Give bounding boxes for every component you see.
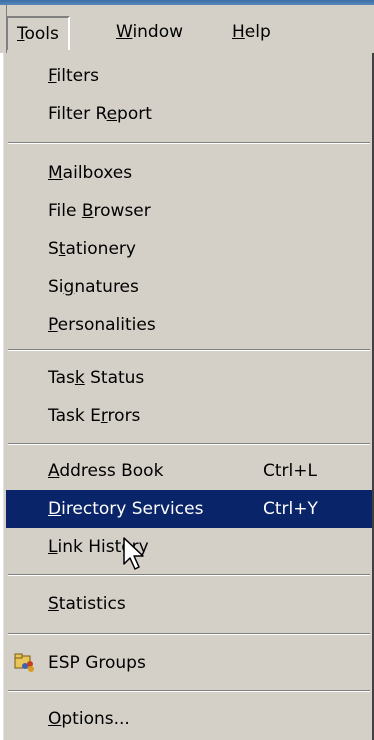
menu-tools-text: ools (24, 24, 59, 44)
menu-bar: Tools Window Help (0, 5, 374, 54)
menu-item-statistics[interactable]: Statistics (6, 585, 372, 623)
menu-item-signatures[interactable]: Signatures (6, 268, 372, 306)
menu-item-label: Task Errors (48, 406, 141, 426)
menu-separator (8, 349, 370, 351)
menu-tools-mnemonic: T (17, 24, 25, 44)
menu-separator (8, 690, 370, 692)
menu-window-text: indow (132, 22, 184, 42)
menu-item-label: ESP Groups (48, 653, 146, 673)
esp-groups-icon (14, 653, 34, 672)
menu-item-task-status[interactable]: Task Status (6, 359, 372, 397)
menu-item-label: Stationery (48, 239, 136, 259)
menu-item-label: Personalities (48, 315, 156, 335)
menu-item-personalities[interactable]: Personalities (6, 306, 372, 344)
menu-item-label: Task Status (48, 368, 145, 388)
mouse-pointer-icon (123, 537, 144, 570)
menu-item-options[interactable]: Options... (6, 700, 372, 738)
menu-item-label: Directory Services (48, 499, 204, 519)
menu-item-filter-report[interactable]: Filter Report (6, 95, 372, 133)
menu-tools[interactable]: Tools (6, 16, 70, 50)
menu-item-esp-groups[interactable]: ESP Groups (6, 644, 372, 682)
menu-item-label: Filter Report (48, 104, 152, 124)
menu-item-label: Filters (48, 66, 99, 86)
menu-separator (8, 574, 370, 576)
menu-item-shortcut: Ctrl+L (263, 461, 317, 481)
menu-item-task-errors[interactable]: Task Errors (6, 397, 372, 435)
menu-item-address-book[interactable]: Address Book Ctrl+L (6, 452, 372, 490)
menu-item-label: Signatures (48, 277, 139, 297)
menu-separator (8, 142, 370, 144)
menu-separator (8, 633, 370, 635)
menu-item-label: Address Book (48, 461, 164, 481)
menu-item-label: Options... (48, 709, 130, 729)
menu-window-mnemonic: W (116, 22, 133, 42)
menu-item-mailboxes[interactable]: Mailboxes (6, 154, 372, 192)
menu-item-link-history[interactable]: Link History (6, 528, 372, 566)
menu-item-label: Mailboxes (48, 163, 133, 183)
menu-item-label: File Browser (48, 201, 151, 221)
menu-item-filters[interactable]: Filters (6, 57, 372, 95)
menu-help-text: elp (244, 22, 271, 42)
tools-dropdown-menu: Filters Filter Report Mailboxes File Bro… (0, 53, 374, 740)
menu-item-shortcut: Ctrl+Y (263, 499, 318, 519)
menu-item-file-browser[interactable]: File Browser (6, 192, 372, 230)
menu-help[interactable]: Help (223, 16, 280, 48)
menu-window[interactable]: Window (107, 16, 192, 48)
menu-help-mnemonic: H (232, 22, 245, 42)
menu-separator (8, 443, 370, 445)
menu-item-directory-services[interactable]: Directory Services Ctrl+Y (6, 490, 372, 528)
menu-item-stationery[interactable]: Stationery (6, 230, 372, 268)
menu-left-border (0, 53, 4, 740)
menu-item-label: Statistics (48, 594, 126, 614)
